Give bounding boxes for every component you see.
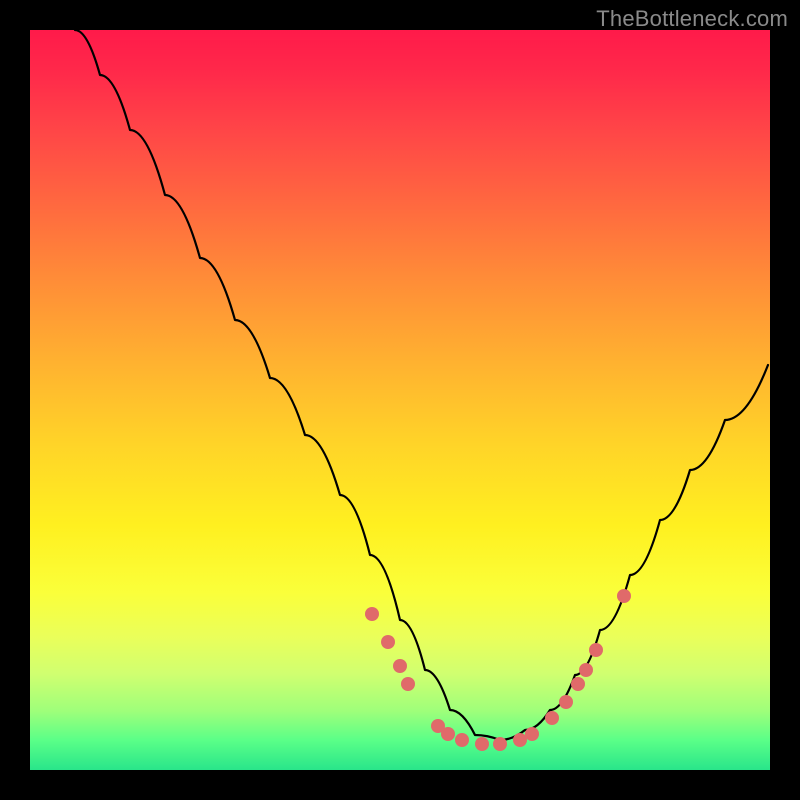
highlight-point — [393, 659, 407, 673]
highlight-point — [559, 695, 573, 709]
highlight-point — [571, 677, 585, 691]
highlight-point — [441, 727, 455, 741]
highlight-point — [475, 737, 489, 751]
bottleneck-curve — [75, 30, 768, 740]
highlight-point — [579, 663, 593, 677]
highlight-point — [381, 635, 395, 649]
highlight-point — [589, 643, 603, 657]
highlight-point — [455, 733, 469, 747]
highlight-points-group — [365, 589, 631, 751]
highlight-point — [617, 589, 631, 603]
highlight-point — [525, 727, 539, 741]
chart-container: TheBottleneck.com — [0, 0, 800, 800]
highlight-point — [545, 711, 559, 725]
highlight-point — [401, 677, 415, 691]
highlight-point — [493, 737, 507, 751]
highlight-point — [365, 607, 379, 621]
curve-svg — [30, 30, 770, 770]
plot-area — [30, 30, 770, 770]
watermark-text: TheBottleneck.com — [596, 6, 788, 32]
highlight-point — [513, 733, 527, 747]
